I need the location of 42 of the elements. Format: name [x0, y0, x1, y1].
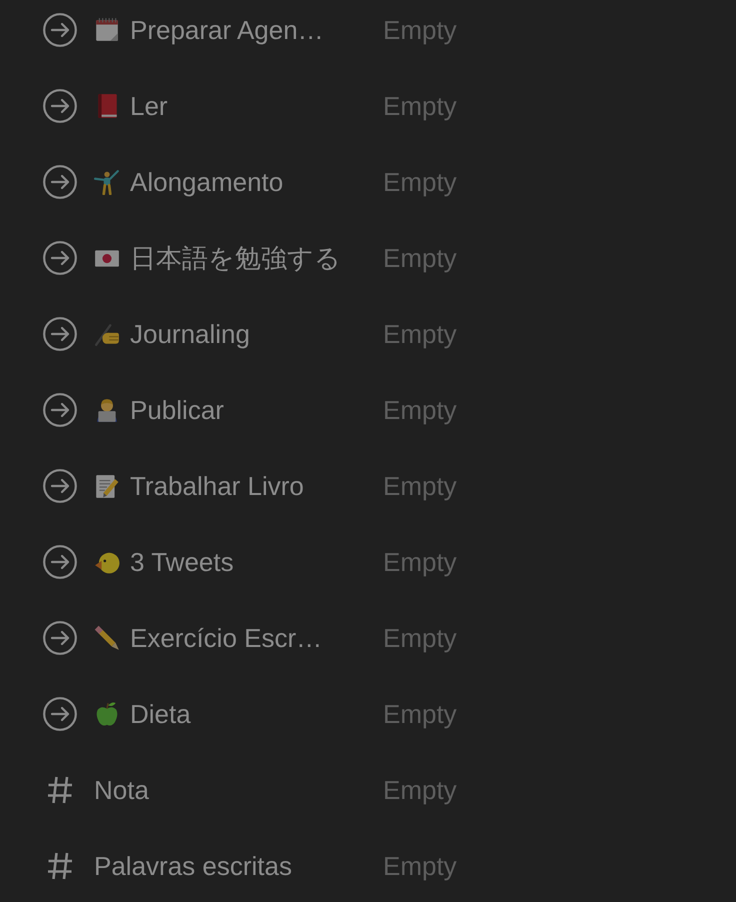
calendar-icon [94, 17, 120, 43]
arrow-circle-icon [43, 469, 77, 503]
apple-icon [94, 701, 120, 727]
arrow-circle-icon [43, 317, 77, 351]
property-name[interactable]: Ler [130, 90, 168, 122]
property-name[interactable]: Trabalhar Livro [130, 470, 304, 502]
arrow-circle-icon [43, 393, 77, 427]
arrow-circle-icon [43, 621, 77, 655]
arrow-circle-icon [43, 697, 77, 731]
arrow-circle-icon [43, 241, 77, 275]
pencil-icon [94, 625, 120, 651]
hash-icon [47, 852, 73, 880]
property-name[interactable]: Journaling [130, 318, 250, 350]
property-name[interactable]: Dieta [130, 698, 191, 730]
arrow-circle-icon [43, 89, 77, 123]
arrow-circle-icon [43, 165, 77, 199]
property-name[interactable]: Nota [94, 774, 149, 806]
value-field[interactable]: Empty [383, 774, 457, 806]
writing-hand-icon [94, 321, 120, 347]
value-field[interactable]: Empty [383, 166, 457, 198]
value-field[interactable]: Empty [383, 698, 457, 730]
property-name[interactable]: Palavras escritas [94, 850, 292, 882]
value-field[interactable]: Empty [383, 14, 457, 46]
value-field[interactable]: Empty [383, 394, 457, 426]
value-field[interactable]: Empty [383, 850, 457, 882]
value-field[interactable]: Empty [383, 470, 457, 502]
property-name[interactable]: 日本語を勉強する [130, 240, 341, 276]
property-name[interactable]: 3 Tweets [130, 546, 234, 578]
hash-icon [47, 776, 73, 804]
person-icon [94, 169, 120, 195]
value-field[interactable]: Empty [383, 546, 457, 578]
property-name[interactable]: Publicar [130, 394, 224, 426]
value-field[interactable]: Empty [383, 242, 457, 274]
value-field[interactable]: Empty [383, 622, 457, 654]
property-name[interactable]: Preparar Agen… [130, 14, 324, 46]
property-name[interactable]: Exercício Escr… [130, 622, 322, 654]
arrow-circle-icon [43, 545, 77, 579]
memo-pencil-icon [94, 473, 120, 499]
property-name[interactable]: Alongamento [130, 166, 284, 198]
value-field[interactable]: Empty [383, 318, 457, 350]
value-field[interactable]: Empty [383, 90, 457, 122]
arrow-circle-icon [43, 13, 77, 47]
